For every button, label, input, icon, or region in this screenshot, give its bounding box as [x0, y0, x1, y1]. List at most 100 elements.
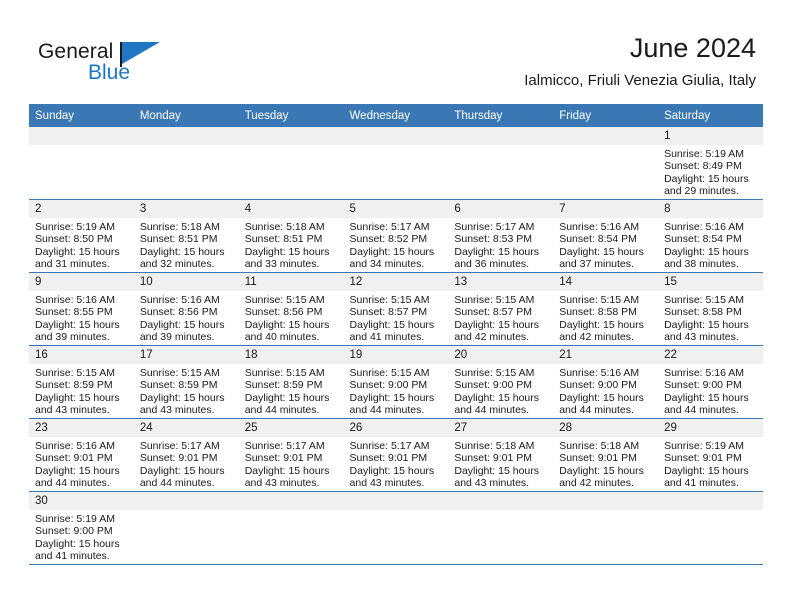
daylight-duration-line2: and 43 minutes.	[244, 477, 320, 490]
sunset-time: Sunset: 8:58 PM	[664, 306, 742, 319]
calendar-day-cell[interactable]: 21 Sunrise: 5:16 AM Sunset: 9:00 PM Dayligh…	[553, 345, 659, 419]
weekday-header-tuesday: Tuesday	[238, 104, 344, 127]
sunset-time: Sunset: 8:59 PM	[35, 379, 113, 392]
daylight-duration-line2: and 33 minutes.	[244, 258, 320, 271]
calendar-day-cell-empty	[658, 491, 763, 565]
calendar-day-cell[interactable]: 24 Sunrise: 5:17 AM Sunset: 9:01 PM Dayligh…	[133, 418, 239, 492]
daylight-duration-line1: Daylight: 15 hours	[454, 464, 540, 477]
day-number: 16	[29, 346, 134, 364]
calendar-day-cell[interactable]: 9 Sunrise: 5:16 AM Sunset: 8:55 PM Daylight…	[29, 272, 134, 346]
calendar-day-cell[interactable]: 2 Sunrise: 5:19 AM Sunset: 8:50 PM Daylight…	[29, 199, 134, 273]
day-number: 24	[133, 419, 239, 437]
sunset-time: Sunset: 9:01 PM	[139, 452, 218, 465]
day-number: 10	[133, 273, 239, 291]
day-sun-info: Sunrise: 5:18 AM Sunset: 8:51 PM Daylight:…	[134, 218, 239, 271]
calendar-day-cell[interactable]: 6 Sunrise: 5:17 AM Sunset: 8:53 PM Daylight…	[448, 199, 554, 273]
daylight-duration-line1: Daylight: 15 hours	[349, 318, 435, 331]
calendar-day-cell-empty	[448, 127, 554, 200]
day-number	[238, 492, 344, 510]
daylight-duration-line1: Daylight: 15 hours	[349, 391, 435, 404]
calendar-day-cell[interactable]: 1 Sunrise: 5:19 AM Sunset: 8:49 PM Daylight…	[658, 127, 763, 200]
calendar-day-cell[interactable]: 28 Sunrise: 5:18 AM Sunset: 9:01 PM Dayligh…	[553, 418, 659, 492]
calendar-week-row: 30 Sunrise: 5:19 AM Sunset: 9:00 PM Dayligh…	[29, 491, 763, 565]
sunset-time: Sunset: 8:56 PM	[244, 306, 323, 319]
weekday-header-wednesday: Wednesday	[343, 104, 449, 127]
calendar-day-cell[interactable]: 11 Sunrise: 5:15 AM Sunset: 8:56 PM Dayligh…	[238, 272, 344, 346]
weekday-header-thursday: Thursday	[448, 104, 554, 127]
calendar-day-cell[interactable]: 22 Sunrise: 5:16 AM Sunset: 9:00 PM Dayligh…	[658, 345, 763, 419]
sunset-time: Sunset: 8:51 PM	[139, 233, 218, 246]
sunset-time: Sunset: 8:50 PM	[35, 233, 113, 246]
calendar-day-cell[interactable]: 25 Sunrise: 5:17 AM Sunset: 9:01 PM Dayligh…	[238, 418, 344, 492]
calendar-day-cell[interactable]: 16 Sunrise: 5:15 AM Sunset: 8:59 PM Dayligh…	[29, 345, 134, 419]
calendar-day-cell[interactable]: 7 Sunrise: 5:16 AM Sunset: 8:54 PM Daylight…	[553, 199, 659, 273]
daylight-duration-line2: and 36 minutes.	[454, 258, 530, 271]
calendar-day-cell[interactable]: 29 Sunrise: 5:19 AM Sunset: 9:01 PM Dayligh…	[658, 418, 763, 492]
calendar-day-cell[interactable]: 17 Sunrise: 5:15 AM Sunset: 8:59 PM Dayligh…	[133, 345, 239, 419]
day-number: 22	[658, 346, 763, 364]
sunrise-time: Sunrise: 5:15 AM	[244, 294, 325, 306]
sunset-time: Sunset: 9:01 PM	[349, 452, 428, 465]
sunrise-time: Sunrise: 5:17 AM	[349, 440, 430, 452]
calendar-day-cell[interactable]: 5 Sunrise: 5:17 AM Sunset: 8:52 PM Daylight…	[343, 199, 449, 273]
logo-text-blue: Blue	[88, 61, 131, 84]
day-number: 18	[238, 346, 344, 364]
daylight-duration-line2: and 40 minutes.	[244, 331, 320, 344]
day-number: 25	[238, 419, 344, 437]
calendar-day-cell[interactable]: 8 Sunrise: 5:16 AM Sunset: 8:54 PM Daylight…	[658, 199, 763, 273]
day-sun-info: Sunrise: 5:16 AM Sunset: 8:56 PM Daylight:…	[134, 291, 239, 344]
daylight-duration-line2: and 44 minutes.	[349, 404, 425, 417]
calendar-week-row: 23 Sunrise: 5:16 AM Sunset: 9:01 PM Dayligh…	[29, 418, 763, 492]
calendar-day-cell[interactable]: 3 Sunrise: 5:18 AM Sunset: 8:51 PM Daylight…	[133, 199, 239, 273]
calendar-day-cell[interactable]: 26 Sunrise: 5:17 AM Sunset: 9:01 PM Dayligh…	[343, 418, 449, 492]
sunrise-time: Sunrise: 5:17 AM	[454, 221, 535, 233]
calendar-day-cell[interactable]: 15 Sunrise: 5:15 AM Sunset: 8:58 PM Dayligh…	[658, 272, 763, 346]
calendar-day-cell[interactable]: 10 Sunrise: 5:16 AM Sunset: 8:56 PM Dayligh…	[133, 272, 239, 346]
daylight-duration-line2: and 44 minutes.	[454, 404, 530, 417]
daylight-duration-line2: and 32 minutes.	[139, 258, 215, 271]
daylight-duration-line2: and 43 minutes.	[139, 404, 215, 417]
calendar-day-cell[interactable]: 27 Sunrise: 5:18 AM Sunset: 9:01 PM Dayligh…	[448, 418, 554, 492]
day-sun-info: Sunrise: 5:15 AM Sunset: 8:59 PM Daylight:…	[134, 364, 239, 417]
calendar-day-cell[interactable]: 14 Sunrise: 5:15 AM Sunset: 8:58 PM Dayligh…	[553, 272, 659, 346]
general-blue-logo[interactable]: General Blue	[38, 40, 168, 88]
day-sun-info: Sunrise: 5:17 AM Sunset: 8:53 PM Daylight:…	[448, 218, 553, 271]
daylight-duration-line2: and 41 minutes.	[664, 477, 739, 490]
calendar-day-cell[interactable]: 23 Sunrise: 5:16 AM Sunset: 9:01 PM Dayligh…	[29, 418, 134, 492]
calendar-day-cell[interactable]: 19 Sunrise: 5:15 AM Sunset: 9:00 PM Dayligh…	[343, 345, 449, 419]
sunset-time: Sunset: 8:53 PM	[454, 233, 533, 246]
calendar-day-cell-empty	[238, 491, 344, 565]
daylight-duration-line1: Daylight: 15 hours	[35, 245, 120, 258]
daylight-duration-line1: Daylight: 15 hours	[244, 391, 330, 404]
day-number: 2	[29, 200, 134, 218]
daylight-duration-line1: Daylight: 15 hours	[559, 464, 644, 477]
calendar-day-cell[interactable]: 12 Sunrise: 5:15 AM Sunset: 8:57 PM Dayligh…	[343, 272, 449, 346]
calendar-day-cell[interactable]: 13 Sunrise: 5:15 AM Sunset: 8:57 PM Dayligh…	[448, 272, 554, 346]
calendar-day-cell[interactable]: 30 Sunrise: 5:19 AM Sunset: 9:00 PM Dayligh…	[29, 491, 134, 565]
daylight-duration-line2: and 41 minutes.	[35, 550, 110, 563]
day-number: 28	[553, 419, 659, 437]
day-number: 11	[238, 273, 344, 291]
daylight-duration-line2: and 42 minutes.	[559, 331, 634, 344]
calendar-day-cell-empty	[238, 127, 344, 200]
sunrise-time: Sunrise: 5:17 AM	[349, 221, 430, 233]
day-number	[133, 127, 239, 145]
calendar-day-cell[interactable]: 20 Sunrise: 5:15 AM Sunset: 9:00 PM Dayligh…	[448, 345, 554, 419]
calendar-header-row: Sunday Monday Tuesday Wednesday Thursday…	[29, 104, 763, 127]
day-sun-info: Sunrise: 5:19 AM Sunset: 9:01 PM Daylight:…	[658, 437, 763, 490]
page-subtitle: Ialmicco, Friuli Venezia Giulia, Italy	[524, 72, 756, 89]
calendar-day-cell[interactable]: 4 Sunrise: 5:18 AM Sunset: 8:51 PM Daylight…	[238, 199, 344, 273]
calendar-day-cell[interactable]: 18 Sunrise: 5:15 AM Sunset: 8:59 PM Dayligh…	[238, 345, 344, 419]
daylight-duration-line1: Daylight: 15 hours	[244, 318, 330, 331]
day-number: 8	[658, 200, 763, 218]
daylight-duration-line2: and 29 minutes.	[664, 185, 739, 198]
daylight-duration-line1: Daylight: 15 hours	[35, 537, 120, 550]
day-number: 1	[658, 127, 763, 145]
sunrise-time: Sunrise: 5:18 AM	[559, 440, 640, 452]
sunset-time: Sunset: 9:00 PM	[454, 379, 533, 392]
daylight-duration-line2: and 43 minutes.	[349, 477, 425, 490]
day-number	[553, 127, 659, 145]
calendar-day-cell-empty	[29, 127, 134, 200]
sunset-time: Sunset: 9:00 PM	[35, 525, 113, 538]
day-sun-info: Sunrise: 5:17 AM Sunset: 9:01 PM Daylight:…	[239, 437, 344, 490]
